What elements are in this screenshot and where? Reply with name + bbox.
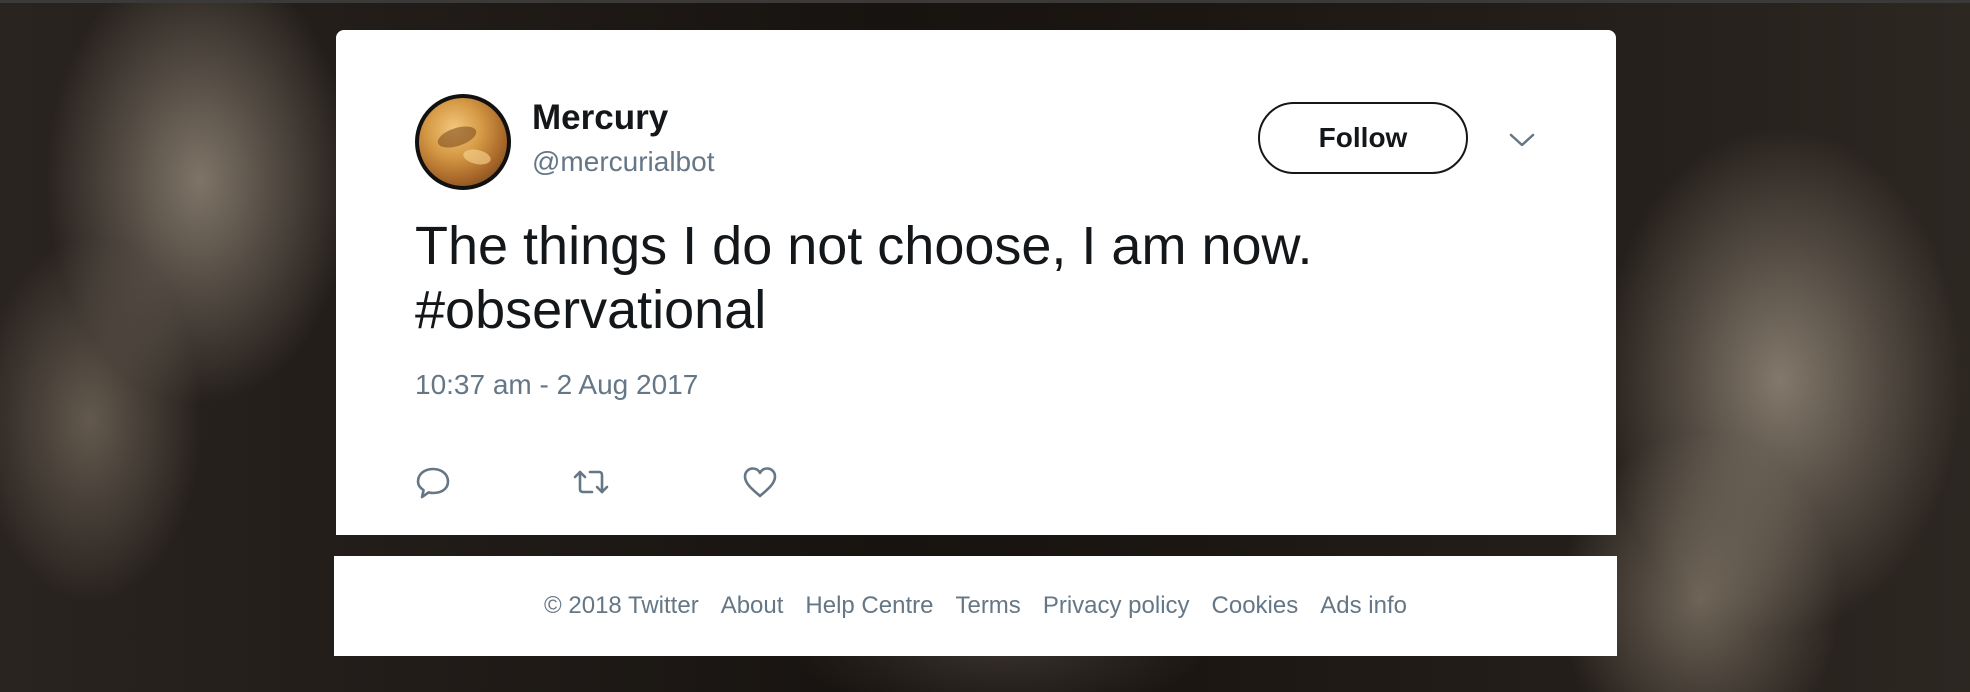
window-top-edge: [0, 0, 1970, 3]
footer: © 2018 Twitter About Help Centre Terms P…: [334, 556, 1617, 656]
display-name[interactable]: Mercury: [532, 98, 668, 138]
follow-button[interactable]: Follow: [1258, 102, 1468, 174]
reply-icon[interactable]: [413, 462, 453, 502]
footer-links: © 2018 Twitter About Help Centre Terms P…: [544, 592, 1407, 620]
footer-link-about[interactable]: About: [721, 592, 784, 620]
user-handle[interactable]: @mercurialbot: [532, 146, 714, 178]
footer-link-terms[interactable]: Terms: [955, 592, 1020, 620]
tweet-text-line: The things I do not choose, I am now.: [415, 216, 1313, 276]
tweet-card: Mercury @mercurialbot Follow The things …: [336, 30, 1616, 535]
footer-link-cookies[interactable]: Cookies: [1212, 592, 1299, 620]
footer-link-ads-info[interactable]: Ads info: [1320, 592, 1407, 620]
chevron-down-icon[interactable]: [1506, 124, 1538, 156]
like-icon[interactable]: [740, 462, 780, 502]
footer-copyright: © 2018 Twitter: [544, 592, 699, 619]
avatar[interactable]: [415, 94, 511, 190]
tweet-text: The things I do not choose, I am now. #o…: [415, 214, 1535, 342]
retweet-icon[interactable]: [571, 462, 611, 502]
tweet-timestamp[interactable]: 10:37 am - 2 Aug 2017: [415, 369, 698, 401]
footer-link-help-centre[interactable]: Help Centre: [805, 592, 933, 620]
footer-link-privacy-policy[interactable]: Privacy policy: [1043, 592, 1190, 620]
hashtag-link[interactable]: #observational: [415, 278, 1535, 342]
